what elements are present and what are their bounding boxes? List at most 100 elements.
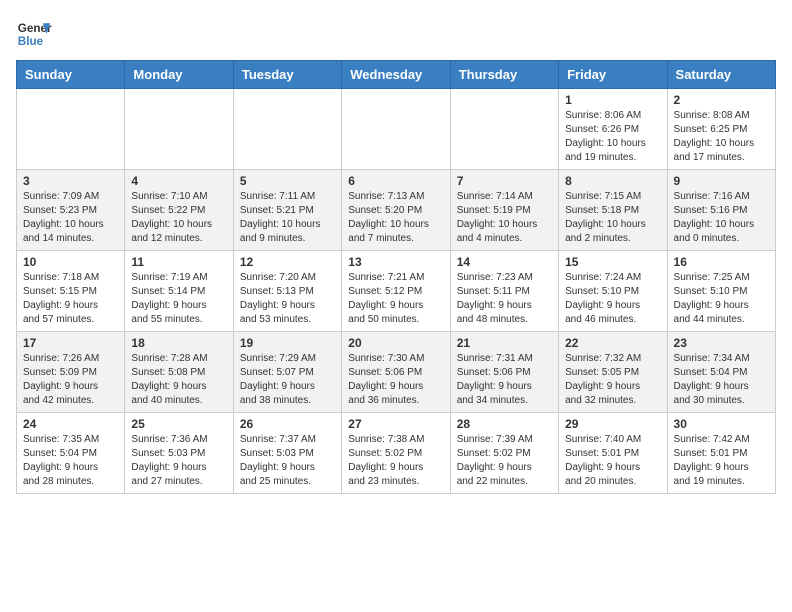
day-info: Sunrise: 7:10 AM Sunset: 5:22 PM Dayligh… xyxy=(131,190,226,246)
day-info: Sunrise: 7:32 AM Sunset: 5:05 PM Dayligh… xyxy=(565,352,660,408)
day-number: 6 xyxy=(348,174,443,188)
calendar-cell: 9 Sunrise: 7:16 AM Sunset: 5:16 PM Daylig… xyxy=(667,170,775,251)
calendar-cell xyxy=(342,89,450,170)
day-info: Sunrise: 7:36 AM Sunset: 5:03 PM Dayligh… xyxy=(131,433,226,489)
day-info: Sunrise: 8:06 AM Sunset: 6:26 PM Dayligh… xyxy=(565,109,660,165)
calendar-cell: 8 Sunrise: 7:15 AM Sunset: 5:18 PM Daylig… xyxy=(559,170,667,251)
day-info: Sunrise: 7:25 AM Sunset: 5:10 PM Dayligh… xyxy=(674,271,769,327)
calendar-cell xyxy=(450,89,558,170)
day-info: Sunrise: 7:31 AM Sunset: 5:06 PM Dayligh… xyxy=(457,352,552,408)
day-info: Sunrise: 7:42 AM Sunset: 5:01 PM Dayligh… xyxy=(674,433,769,489)
calendar-week-row: 1 Sunrise: 8:06 AM Sunset: 6:26 PM Daylig… xyxy=(17,89,776,170)
calendar-cell: 4 Sunrise: 7:10 AM Sunset: 5:22 PM Daylig… xyxy=(125,170,233,251)
day-number: 1 xyxy=(565,93,660,107)
day-number: 22 xyxy=(565,336,660,350)
calendar-cell: 1 Sunrise: 8:06 AM Sunset: 6:26 PM Daylig… xyxy=(559,89,667,170)
day-number: 16 xyxy=(674,255,769,269)
calendar-cell: 23 Sunrise: 7:34 AM Sunset: 5:04 PM Dayli… xyxy=(667,332,775,413)
day-number: 4 xyxy=(131,174,226,188)
weekday-header: Thursday xyxy=(450,61,558,89)
calendar-cell: 19 Sunrise: 7:29 AM Sunset: 5:07 PM Dayli… xyxy=(233,332,341,413)
calendar-cell: 11 Sunrise: 7:19 AM Sunset: 5:14 PM Dayli… xyxy=(125,251,233,332)
day-number: 2 xyxy=(674,93,769,107)
day-number: 5 xyxy=(240,174,335,188)
calendar-cell: 30 Sunrise: 7:42 AM Sunset: 5:01 PM Dayli… xyxy=(667,413,775,494)
calendar-cell: 22 Sunrise: 7:32 AM Sunset: 5:05 PM Dayli… xyxy=(559,332,667,413)
calendar-cell: 10 Sunrise: 7:18 AM Sunset: 5:15 PM Dayli… xyxy=(17,251,125,332)
day-number: 15 xyxy=(565,255,660,269)
calendar-cell: 18Sunrise: 7:28 AM Sunset: 5:08 PM Dayli… xyxy=(125,332,233,413)
calendar-cell: 14 Sunrise: 7:23 AM Sunset: 5:11 PM Dayli… xyxy=(450,251,558,332)
day-info: Sunrise: 7:28 AM Sunset: 5:08 PM Dayligh… xyxy=(131,352,226,408)
day-info: Sunrise: 7:18 AM Sunset: 5:15 PM Dayligh… xyxy=(23,271,118,327)
page-header: General Blue xyxy=(16,16,776,52)
calendar-cell xyxy=(233,89,341,170)
day-info: Sunrise: 7:24 AM Sunset: 5:10 PM Dayligh… xyxy=(565,271,660,327)
calendar-cell: 3Sunrise: 7:09 AM Sunset: 5:23 PM Daylig… xyxy=(17,170,125,251)
day-number: 27 xyxy=(348,417,443,431)
weekday-header: Sunday xyxy=(17,61,125,89)
day-info: Sunrise: 7:19 AM Sunset: 5:14 PM Dayligh… xyxy=(131,271,226,327)
calendar-week-row: 10 Sunrise: 7:18 AM Sunset: 5:15 PM Dayli… xyxy=(17,251,776,332)
logo-icon: General Blue xyxy=(16,16,52,52)
day-info: Sunrise: 7:11 AM Sunset: 5:21 PM Dayligh… xyxy=(240,190,335,246)
day-number: 7 xyxy=(457,174,552,188)
weekday-header: Saturday xyxy=(667,61,775,89)
day-number: 29 xyxy=(565,417,660,431)
day-info: Sunrise: 7:15 AM Sunset: 5:18 PM Dayligh… xyxy=(565,190,660,246)
day-number: 26 xyxy=(240,417,335,431)
day-number: 9 xyxy=(674,174,769,188)
calendar-cell: 2 Sunrise: 8:08 AM Sunset: 6:25 PM Daylig… xyxy=(667,89,775,170)
calendar-cell: 25 Sunrise: 7:36 AM Sunset: 5:03 PM Dayli… xyxy=(125,413,233,494)
calendar-table: SundayMondayTuesdayWednesdayThursdayFrid… xyxy=(16,60,776,494)
day-info: Sunrise: 7:26 AM Sunset: 5:09 PM Dayligh… xyxy=(23,352,118,408)
weekday-header: Tuesday xyxy=(233,61,341,89)
svg-text:Blue: Blue xyxy=(18,35,44,48)
day-info: Sunrise: 7:14 AM Sunset: 5:19 PM Dayligh… xyxy=(457,190,552,246)
calendar-cell: 29Sunrise: 7:40 AM Sunset: 5:01 PM Dayli… xyxy=(559,413,667,494)
day-number: 24 xyxy=(23,417,118,431)
day-number: 21 xyxy=(457,336,552,350)
day-number: 19 xyxy=(240,336,335,350)
day-info: Sunrise: 7:16 AM Sunset: 5:16 PM Dayligh… xyxy=(674,190,769,246)
day-info: Sunrise: 8:08 AM Sunset: 6:25 PM Dayligh… xyxy=(674,109,769,165)
calendar-cell: 17 Sunrise: 7:26 AM Sunset: 5:09 PM Dayli… xyxy=(17,332,125,413)
day-number: 17 xyxy=(23,336,118,350)
calendar-cell: 26 Sunrise: 7:37 AM Sunset: 5:03 PM Dayli… xyxy=(233,413,341,494)
day-info: Sunrise: 7:37 AM Sunset: 5:03 PM Dayligh… xyxy=(240,433,335,489)
calendar-week-row: 3Sunrise: 7:09 AM Sunset: 5:23 PM Daylig… xyxy=(17,170,776,251)
calendar-cell: 13 Sunrise: 7:21 AM Sunset: 5:12 PM Dayli… xyxy=(342,251,450,332)
day-number: 20 xyxy=(348,336,443,350)
day-number: 12 xyxy=(240,255,335,269)
day-info: Sunrise: 7:29 AM Sunset: 5:07 PM Dayligh… xyxy=(240,352,335,408)
calendar-cell: 20 Sunrise: 7:30 AM Sunset: 5:06 PM Dayli… xyxy=(342,332,450,413)
day-number: 30 xyxy=(674,417,769,431)
calendar-week-row: 17 Sunrise: 7:26 AM Sunset: 5:09 PM Dayli… xyxy=(17,332,776,413)
day-info: Sunrise: 7:20 AM Sunset: 5:13 PM Dayligh… xyxy=(240,271,335,327)
day-number: 8 xyxy=(565,174,660,188)
calendar-cell: 28Sunrise: 7:39 AM Sunset: 5:02 PM Dayli… xyxy=(450,413,558,494)
calendar-cell: 15 Sunrise: 7:24 AM Sunset: 5:10 PM Dayli… xyxy=(559,251,667,332)
day-number: 10 xyxy=(23,255,118,269)
day-info: Sunrise: 7:39 AM Sunset: 5:02 PM Dayligh… xyxy=(457,433,552,489)
day-info: Sunrise: 7:34 AM Sunset: 5:04 PM Dayligh… xyxy=(674,352,769,408)
calendar-cell xyxy=(125,89,233,170)
calendar-cell: 7 Sunrise: 7:14 AM Sunset: 5:19 PM Daylig… xyxy=(450,170,558,251)
day-info: Sunrise: 7:30 AM Sunset: 5:06 PM Dayligh… xyxy=(348,352,443,408)
calendar-cell: 21 Sunrise: 7:31 AM Sunset: 5:06 PM Dayli… xyxy=(450,332,558,413)
calendar-cell: 16 Sunrise: 7:25 AM Sunset: 5:10 PM Dayli… xyxy=(667,251,775,332)
day-number: 13 xyxy=(348,255,443,269)
day-number: 23 xyxy=(674,336,769,350)
weekday-header: Monday xyxy=(125,61,233,89)
day-info: Sunrise: 7:23 AM Sunset: 5:11 PM Dayligh… xyxy=(457,271,552,327)
calendar-cell xyxy=(17,89,125,170)
logo: General Blue xyxy=(16,16,52,52)
day-number: 25 xyxy=(131,417,226,431)
day-info: Sunrise: 7:13 AM Sunset: 5:20 PM Dayligh… xyxy=(348,190,443,246)
day-number: 14 xyxy=(457,255,552,269)
weekday-header: Wednesday xyxy=(342,61,450,89)
calendar-cell: 12 Sunrise: 7:20 AM Sunset: 5:13 PM Dayli… xyxy=(233,251,341,332)
calendar-week-row: 24Sunrise: 7:35 AM Sunset: 5:04 PM Dayli… xyxy=(17,413,776,494)
day-info: Sunrise: 7:21 AM Sunset: 5:12 PM Dayligh… xyxy=(348,271,443,327)
day-number: 11 xyxy=(131,255,226,269)
